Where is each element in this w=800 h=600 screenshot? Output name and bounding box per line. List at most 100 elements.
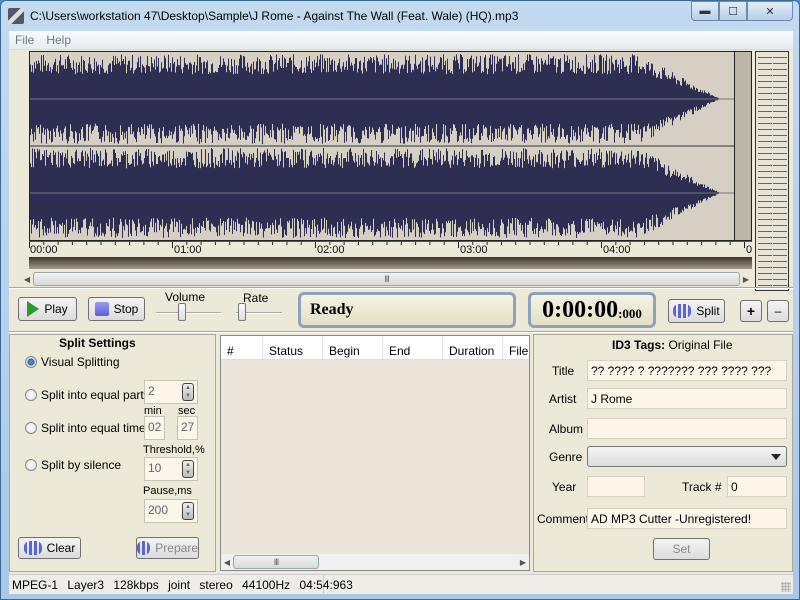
timeline-position-bar[interactable] xyxy=(29,257,752,269)
pause-spinner[interactable]: 200 ▲ ▼ xyxy=(144,499,198,523)
stop-button[interactable]: Stop xyxy=(88,297,145,321)
year-label: Year xyxy=(552,480,577,494)
volume-slider-thumb[interactable] xyxy=(178,303,186,321)
menu-help[interactable]: Help xyxy=(40,33,77,47)
split-button[interactable]: Split xyxy=(668,299,725,323)
radio-visual-splitting[interactable]: Visual Splitting xyxy=(25,355,120,369)
scroll-left-icon[interactable]: ◀ xyxy=(21,275,33,284)
artist-field[interactable]: J Rome xyxy=(587,388,787,409)
chevron-down-icon xyxy=(771,454,781,460)
set-button[interactable]: Set xyxy=(653,538,710,560)
column-header[interactable]: End xyxy=(383,336,443,359)
window-title: C:\Users\workstation 47\Desktop\Sample\J… xyxy=(30,9,519,23)
zoom-in-button[interactable]: + xyxy=(740,300,762,322)
column-header[interactable]: Status xyxy=(263,336,323,359)
meter-right-channel xyxy=(773,54,787,288)
split-settings-title: Split Settings xyxy=(59,336,136,350)
table-scrollbar[interactable]: ◀ III ▶ xyxy=(221,554,529,570)
waveform-view[interactable] xyxy=(29,51,735,241)
sec-value: 27 xyxy=(181,420,195,434)
title-label: Title xyxy=(552,364,575,378)
resize-grip-icon[interactable] xyxy=(781,582,791,592)
genre-label: Genre xyxy=(549,450,583,464)
meter-left-channel xyxy=(758,54,772,288)
close-icon: ✕ xyxy=(765,5,775,18)
time-main: 0:00:00 xyxy=(542,296,619,323)
segments-table[interactable]: # Status Begin End Duration Filename ◀ I… xyxy=(220,335,530,571)
divider xyxy=(9,331,793,333)
status-display: Ready xyxy=(298,292,516,328)
waveform-scrollbar[interactable]: ◀ III ▶ xyxy=(21,271,752,287)
play-icon xyxy=(27,301,40,317)
seconds-field[interactable]: 27 xyxy=(177,416,198,440)
year-field[interactable] xyxy=(587,476,645,497)
track-label: Track # xyxy=(682,480,722,494)
radio-equal-parts[interactable]: Split into equal parts xyxy=(25,388,150,402)
stop-icon xyxy=(94,302,109,316)
tick-label: 01:00 xyxy=(174,244,202,256)
plus-icon: + xyxy=(746,303,756,319)
column-header[interactable]: Begin xyxy=(323,336,383,359)
rate-label: Rate xyxy=(243,291,269,305)
parts-spinner[interactable]: 2 ▲ ▼ xyxy=(144,380,198,404)
spinner-arrows-icon[interactable]: ▲ ▼ xyxy=(182,502,194,520)
radio-split-silence[interactable]: Split by silence xyxy=(25,458,121,472)
time-ruler[interactable]: 00:00 01:00 02:00 03:00 04:00 0 xyxy=(29,241,752,257)
split-label: Split xyxy=(696,304,720,318)
prepare-label: Prepare xyxy=(155,541,198,555)
play-button[interactable]: Play xyxy=(18,297,77,321)
close-button[interactable]: ✕ xyxy=(747,1,793,21)
radio-label: Split by silence xyxy=(41,458,122,472)
scroll-thumb[interactable]: III xyxy=(33,272,740,286)
track-field[interactable]: 0 xyxy=(727,476,787,497)
minutes-field[interactable]: 02 xyxy=(144,416,165,440)
volume-slider[interactable] xyxy=(156,312,221,314)
radio-selected-icon xyxy=(25,356,37,368)
id3-title-bold: ID3 Tags: xyxy=(612,338,666,352)
clear-button[interactable]: Clear xyxy=(18,537,81,559)
divider xyxy=(9,287,793,289)
menu-file[interactable]: File xyxy=(9,33,40,47)
parts-value: 2 xyxy=(148,384,155,398)
status-bar: MPEG-1 Layer3 128kbps joint stereo 44100… xyxy=(9,574,793,595)
status-text: Ready xyxy=(310,301,354,318)
genre-dropdown[interactable] xyxy=(587,446,787,467)
column-header[interactable]: Filename xyxy=(503,336,529,359)
spinner-arrows-icon[interactable]: ▲ ▼ xyxy=(182,460,194,478)
audio-info: MPEG-1 Layer3 128kbps joint stereo 44100… xyxy=(9,574,353,595)
app-window: C:\Users\workstation 47\Desktop\Sample\J… xyxy=(0,0,800,600)
client-area: File Help 00:00 01:00 02:00 03:00 04:00 … xyxy=(9,31,793,595)
radio-label: Split into equal parts xyxy=(41,388,150,402)
column-header[interactable]: Duration xyxy=(443,336,503,359)
prepare-button[interactable]: Prepare xyxy=(136,537,199,559)
prepare-icon xyxy=(137,541,151,555)
minimize-button[interactable]: ▬ xyxy=(691,1,719,21)
scroll-thumb[interactable]: III xyxy=(233,555,319,569)
radio-equal-time[interactable]: Split into equal time xyxy=(25,421,146,435)
stop-label: Stop xyxy=(113,302,139,316)
rate-slider-thumb[interactable] xyxy=(238,303,247,321)
menu-bar: File Help xyxy=(9,31,793,50)
title-bar[interactable]: C:\Users\workstation 47\Desktop\Sample\J… xyxy=(1,1,799,31)
scroll-left-icon[interactable]: ◀ xyxy=(221,558,233,567)
title-field[interactable]: ?? ???? ? ??????? ??? ???? ??? xyxy=(587,360,787,381)
threshold-spinner[interactable]: 10 ▲ ▼ xyxy=(144,457,198,481)
tick-label: 0 xyxy=(746,244,753,256)
zoom-out-button[interactable]: – xyxy=(767,300,789,322)
scroll-right-icon[interactable]: ▶ xyxy=(740,275,752,284)
maximize-button[interactable]: ☐ xyxy=(719,1,747,21)
radio-icon xyxy=(25,459,37,471)
volume-label: Volume xyxy=(165,290,206,304)
spinner-arrows-icon[interactable]: ▲ ▼ xyxy=(182,383,194,401)
table-header: # Status Begin End Duration Filename xyxy=(221,336,529,360)
artist-label: Artist xyxy=(549,392,577,406)
scroll-right-icon[interactable]: ▶ xyxy=(517,558,529,567)
set-label: Set xyxy=(672,542,691,556)
minimize-icon: ▬ xyxy=(699,5,711,17)
min-value: 02 xyxy=(148,420,162,434)
comment-field[interactable]: AD MP3 Cutter -Unregistered! xyxy=(587,508,787,529)
album-field[interactable] xyxy=(587,418,787,439)
radio-label: Visual Splitting xyxy=(41,355,120,369)
column-header[interactable]: # xyxy=(221,336,263,359)
level-meter xyxy=(755,51,789,291)
